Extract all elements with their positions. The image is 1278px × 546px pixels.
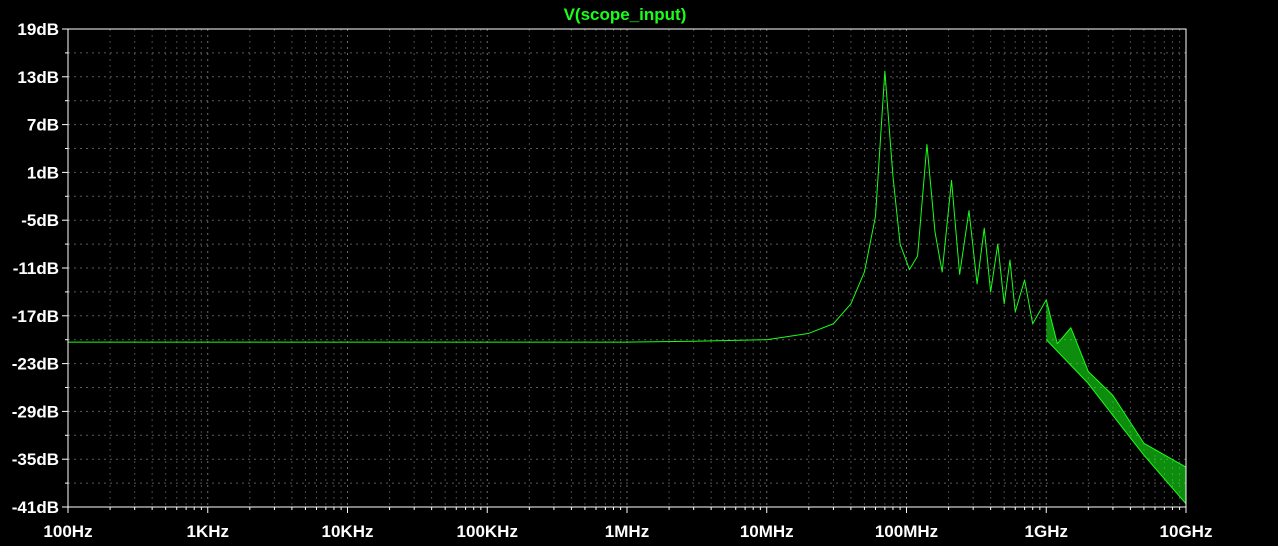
y-tick-label: -17dB [12,307,59,326]
y-tick-label: 19dB [17,20,59,39]
plot-svg: V(scope_input) 19dB 13dB 7dB 1dB -5dB -11dB -1… [0,0,1278,546]
x-tick-label: 100KHz [457,522,518,541]
x-tick-label: 100Hz [43,522,92,541]
y-tick-label: -35dB [12,450,59,469]
x-tick-label: 10KHz [322,522,374,541]
y-tick-label: 13dB [17,68,59,87]
y-tick-label: -5dB [21,211,59,230]
x-tick-label: 10MHz [740,522,794,541]
x-tick-label: 1MHz [605,522,649,541]
y-tick-label: 1dB [27,163,59,182]
x-tick-label: 10GHz [1160,522,1213,541]
x-tick-label: 100MHz [875,522,938,541]
y-tick-label: 7dB [27,116,59,135]
y-tick-label: -11dB [13,259,59,278]
y-tick-label: -29dB [12,402,59,421]
y-tick-label: -23dB [12,355,59,374]
bode-plot: V(scope_input) 19dB 13dB 7dB 1dB -5dB -11dB -1… [0,0,1278,546]
chart-title: V(scope_input) [564,5,687,24]
x-tick-label: 1KHz [186,522,229,541]
x-tick-label: 1GHz [1025,522,1068,541]
plot-background [0,0,1278,546]
y-tick-label: -41dB [12,498,59,517]
